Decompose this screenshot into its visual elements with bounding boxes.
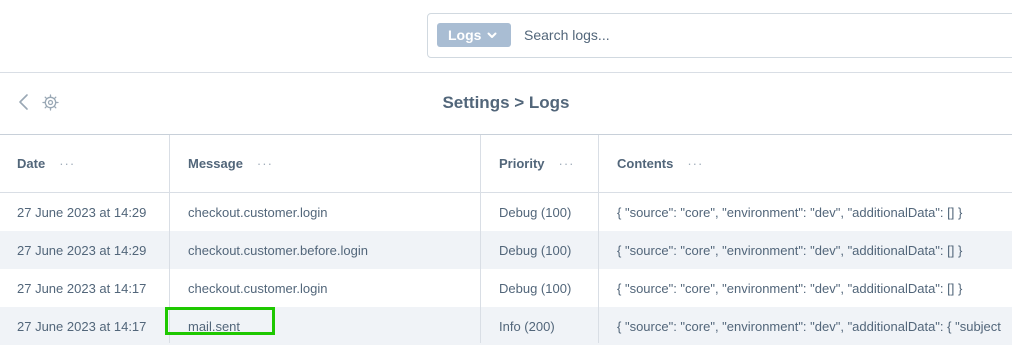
column-label-contents: Contents <box>617 156 674 171</box>
page-header: Settings > Logs <box>0 73 1012 135</box>
column-label-date: Date <box>17 156 46 171</box>
cell-priority: Debug (100) <box>499 204 572 220</box>
cell-contents: { "source": "core", "environment": "dev"… <box>617 204 963 220</box>
cell-contents: { "source": "core", "environment": "dev"… <box>617 280 963 296</box>
top-bar: Logs <box>0 0 1012 73</box>
table-row[interactable]: 27 June 2023 at 14:29 checkout.customer.… <box>0 193 1012 231</box>
table-row[interactable]: 27 June 2023 at 14:29 checkout.customer.… <box>0 231 1012 269</box>
column-header-date[interactable]: Date ··· <box>0 135 170 192</box>
column-header-contents[interactable]: Contents ··· <box>599 135 1012 192</box>
cell-date: 27 June 2023 at 14:17 <box>17 318 147 334</box>
cell-message: checkout.customer.login <box>188 204 328 220</box>
column-divider <box>598 135 599 343</box>
column-divider <box>169 135 170 343</box>
cell-message: checkout.customer.login <box>188 280 328 296</box>
search-input[interactable] <box>524 23 1004 47</box>
chevron-down-icon <box>487 32 497 38</box>
table-row[interactable]: 27 June 2023 at 14:17 checkout.customer.… <box>0 269 1012 307</box>
cell-date: 27 June 2023 at 14:29 <box>17 204 147 220</box>
page-title: Settings > Logs <box>442 93 570 112</box>
gear-icon[interactable] <box>42 94 59 111</box>
column-menu-icon[interactable]: ··· <box>59 156 75 171</box>
cell-priority: Debug (100) <box>499 280 572 296</box>
column-header-message[interactable]: Message ··· <box>170 135 481 192</box>
back-arrow-icon[interactable] <box>16 93 32 111</box>
cell-priority: Info (200) <box>499 318 555 334</box>
cell-message: mail.sent <box>188 318 241 334</box>
cell-contents: { "source": "core", "environment": "dev"… <box>617 242 963 258</box>
column-menu-icon[interactable]: ··· <box>559 156 575 171</box>
search-bar[interactable]: Logs <box>427 13 1012 58</box>
column-menu-icon[interactable]: ··· <box>687 156 703 171</box>
cell-message: checkout.customer.before.login <box>188 242 368 258</box>
column-label-priority: Priority <box>499 156 545 171</box>
column-header-priority[interactable]: Priority ··· <box>481 135 599 192</box>
search-type-button[interactable]: Logs <box>437 23 511 47</box>
cell-priority: Debug (100) <box>499 242 572 258</box>
column-menu-icon[interactable]: ··· <box>257 156 273 171</box>
cell-date: 27 June 2023 at 14:29 <box>17 242 147 258</box>
table-header: Date ··· Message ··· Priority ··· Conten… <box>0 135 1012 193</box>
search-type-label: Logs <box>448 27 482 43</box>
table-row[interactable]: 27 June 2023 at 14:17 mail.sent Info (20… <box>0 307 1012 345</box>
column-label-message: Message <box>188 156 243 171</box>
cell-date: 27 June 2023 at 14:17 <box>17 280 147 296</box>
column-divider <box>480 135 481 343</box>
cell-contents: { "source": "core", "environment": "dev"… <box>617 318 1001 334</box>
